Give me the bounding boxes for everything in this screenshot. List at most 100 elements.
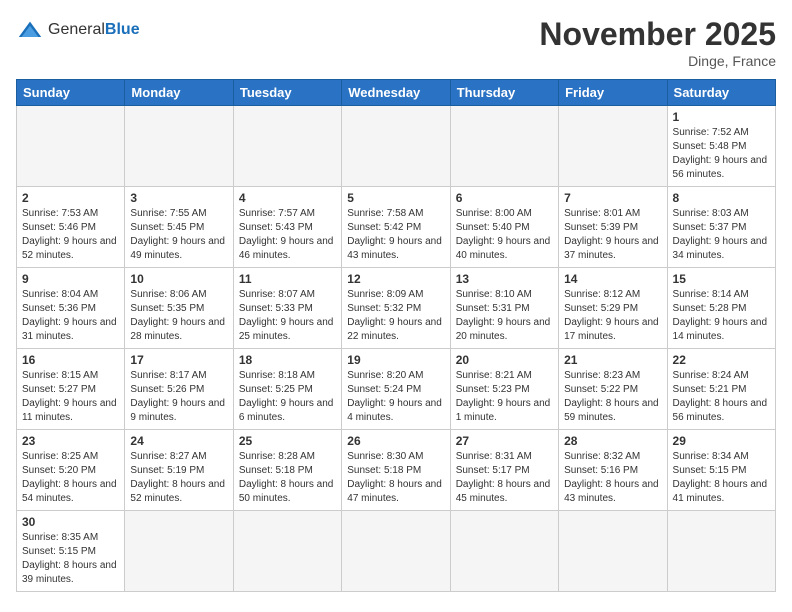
calendar-cell-29: 24 Sunrise: 8:27 AM Sunset: 5:19 PM Dayli…	[125, 430, 233, 511]
day-info: Sunrise: 8:04 AM Sunset: 5:36 PM Dayligh…	[22, 288, 119, 344]
day-info: Sunrise: 8:21 AM Sunset: 5:23 PM Dayligh…	[456, 369, 553, 425]
day-info: Sunrise: 8:06 AM Sunset: 5:35 PM Dayligh…	[130, 288, 227, 344]
calendar-row-6: 30 Sunrise: 8:35 AM Sunset: 5:15 PM Dayli…	[17, 511, 776, 592]
calendar: SundayMondayTuesdayWednesdayThursdayFrid…	[16, 79, 776, 592]
logo-blue-text: Blue	[105, 21, 140, 38]
day-info: Sunrise: 8:27 AM Sunset: 5:19 PM Dayligh…	[130, 450, 227, 506]
calendar-cell-14: 9 Sunrise: 8:04 AM Sunset: 5:36 PM Daylig…	[17, 268, 125, 349]
calendar-cell-13: 8 Sunrise: 8:03 AM Sunset: 5:37 PM Daylig…	[667, 187, 775, 268]
weekday-header-thursday: Thursday	[450, 80, 558, 106]
day-info: Sunrise: 7:55 AM Sunset: 5:45 PM Dayligh…	[130, 207, 227, 263]
calendar-cell-34: 29Sunrise: 8:34 AM Sunset: 5:15 PM Dayli…	[667, 430, 775, 511]
day-info: Sunrise: 8:15 AM Sunset: 5:27 PM Dayligh…	[22, 369, 119, 425]
day-number: 3	[130, 191, 227, 205]
day-info: Sunrise: 8:14 AM Sunset: 5:28 PM Dayligh…	[673, 288, 770, 344]
calendar-cell-4	[450, 106, 558, 187]
day-number: 13	[456, 272, 553, 286]
day-number: 22	[673, 353, 770, 367]
calendar-row-3: 9 Sunrise: 8:04 AM Sunset: 5:36 PM Daylig…	[17, 268, 776, 349]
day-number: 1	[673, 110, 770, 124]
weekday-header-monday: Monday	[125, 80, 233, 106]
calendar-cell-18: 13 Sunrise: 8:10 AM Sunset: 5:31 PM Dayli…	[450, 268, 558, 349]
calendar-cell-3	[342, 106, 450, 187]
day-info: Sunrise: 8:03 AM Sunset: 5:37 PM Dayligh…	[673, 207, 770, 263]
day-number: 27	[456, 434, 553, 448]
day-info: Sunrise: 8:17 AM Sunset: 5:26 PM Dayligh…	[130, 369, 227, 425]
calendar-cell-39	[450, 511, 558, 592]
day-info: Sunrise: 8:28 AM Sunset: 5:18 PM Dayligh…	[239, 450, 336, 506]
calendar-cell-7: 2Sunrise: 7:53 AM Sunset: 5:46 PM Daylig…	[17, 187, 125, 268]
day-number: 26	[347, 434, 444, 448]
calendar-cell-32: 27 Sunrise: 8:31 AM Sunset: 5:17 PM Dayli…	[450, 430, 558, 511]
calendar-cell-28: 23Sunrise: 8:25 AM Sunset: 5:20 PM Dayli…	[17, 430, 125, 511]
day-number: 28	[564, 434, 661, 448]
calendar-cell-27: 22Sunrise: 8:24 AM Sunset: 5:21 PM Dayli…	[667, 349, 775, 430]
day-info: Sunrise: 8:20 AM Sunset: 5:24 PM Dayligh…	[347, 369, 444, 425]
calendar-cell-23: 18Sunrise: 8:18 AM Sunset: 5:25 PM Dayli…	[233, 349, 341, 430]
calendar-cell-10: 5Sunrise: 7:58 AM Sunset: 5:42 PM Daylig…	[342, 187, 450, 268]
day-number: 8	[673, 191, 770, 205]
day-info: Sunrise: 8:25 AM Sunset: 5:20 PM Dayligh…	[22, 450, 119, 506]
calendar-cell-17: 12Sunrise: 8:09 AM Sunset: 5:32 PM Dayli…	[342, 268, 450, 349]
day-info: Sunrise: 8:31 AM Sunset: 5:17 PM Dayligh…	[456, 450, 553, 506]
weekday-header-wednesday: Wednesday	[342, 80, 450, 106]
calendar-cell-41	[667, 511, 775, 592]
calendar-cell-5	[559, 106, 667, 187]
calendar-row-2: 2Sunrise: 7:53 AM Sunset: 5:46 PM Daylig…	[17, 187, 776, 268]
calendar-cell-9: 4 Sunrise: 7:57 AM Sunset: 5:43 PM Daylig…	[233, 187, 341, 268]
calendar-cell-1	[125, 106, 233, 187]
calendar-cell-8: 3 Sunrise: 7:55 AM Sunset: 5:45 PM Daylig…	[125, 187, 233, 268]
calendar-row-4: 16 Sunrise: 8:15 AM Sunset: 5:27 PM Dayli…	[17, 349, 776, 430]
logo-icon	[16, 16, 44, 44]
calendar-cell-22: 17Sunrise: 8:17 AM Sunset: 5:26 PM Dayli…	[125, 349, 233, 430]
weekday-header-friday: Friday	[559, 80, 667, 106]
calendar-cell-38	[342, 511, 450, 592]
calendar-cell-26: 21 Sunrise: 8:23 AM Sunset: 5:22 PM Dayli…	[559, 349, 667, 430]
day-info: Sunrise: 8:00 AM Sunset: 5:40 PM Dayligh…	[456, 207, 553, 263]
day-number: 24	[130, 434, 227, 448]
day-number: 29	[673, 434, 770, 448]
day-number: 4	[239, 191, 336, 205]
day-number: 14	[564, 272, 661, 286]
calendar-cell-25: 20 Sunrise: 8:21 AM Sunset: 5:23 PM Dayli…	[450, 349, 558, 430]
title-area: November 2025 Dinge, France	[539, 16, 776, 69]
calendar-cell-15: 10Sunrise: 8:06 AM Sunset: 5:35 PM Dayli…	[125, 268, 233, 349]
day-info: Sunrise: 7:53 AM Sunset: 5:46 PM Dayligh…	[22, 207, 119, 263]
calendar-cell-12: 7 Sunrise: 8:01 AM Sunset: 5:39 PM Daylig…	[559, 187, 667, 268]
logo: GeneralBlue	[16, 16, 140, 44]
day-info: Sunrise: 8:09 AM Sunset: 5:32 PM Dayligh…	[347, 288, 444, 344]
day-number: 9	[22, 272, 119, 286]
day-info: Sunrise: 8:35 AM Sunset: 5:15 PM Dayligh…	[22, 531, 119, 587]
month-title: November 2025	[539, 16, 776, 53]
weekday-header-tuesday: Tuesday	[233, 80, 341, 106]
calendar-cell-31: 26Sunrise: 8:30 AM Sunset: 5:18 PM Dayli…	[342, 430, 450, 511]
day-info: Sunrise: 8:01 AM Sunset: 5:39 PM Dayligh…	[564, 207, 661, 263]
weekday-header-row: SundayMondayTuesdayWednesdayThursdayFrid…	[17, 80, 776, 106]
day-number: 16	[22, 353, 119, 367]
calendar-cell-6: 1 Sunrise: 7:52 AM Sunset: 5:48 PM Daylig…	[667, 106, 775, 187]
day-number: 19	[347, 353, 444, 367]
calendar-cell-20: 15Sunrise: 8:14 AM Sunset: 5:28 PM Dayli…	[667, 268, 775, 349]
day-info: Sunrise: 8:23 AM Sunset: 5:22 PM Dayligh…	[564, 369, 661, 425]
day-number: 20	[456, 353, 553, 367]
logo-general-text: General	[48, 21, 105, 38]
day-info: Sunrise: 7:52 AM Sunset: 5:48 PM Dayligh…	[673, 126, 770, 182]
day-number: 6	[456, 191, 553, 205]
day-info: Sunrise: 7:57 AM Sunset: 5:43 PM Dayligh…	[239, 207, 336, 263]
calendar-cell-40	[559, 511, 667, 592]
day-info: Sunrise: 8:32 AM Sunset: 5:16 PM Dayligh…	[564, 450, 661, 506]
calendar-cell-16: 11Sunrise: 8:07 AM Sunset: 5:33 PM Dayli…	[233, 268, 341, 349]
calendar-cell-36	[125, 511, 233, 592]
day-info: Sunrise: 8:10 AM Sunset: 5:31 PM Dayligh…	[456, 288, 553, 344]
calendar-cell-33: 28 Sunrise: 8:32 AM Sunset: 5:16 PM Dayli…	[559, 430, 667, 511]
header: GeneralBlue November 2025 Dinge, France	[16, 16, 776, 69]
day-number: 25	[239, 434, 336, 448]
calendar-cell-2	[233, 106, 341, 187]
day-number: 5	[347, 191, 444, 205]
weekday-header-sunday: Sunday	[17, 80, 125, 106]
day-number: 21	[564, 353, 661, 367]
calendar-cell-19: 14Sunrise: 8:12 AM Sunset: 5:29 PM Dayli…	[559, 268, 667, 349]
day-number: 7	[564, 191, 661, 205]
day-number: 30	[22, 515, 119, 529]
calendar-cell-30: 25 Sunrise: 8:28 AM Sunset: 5:18 PM Dayli…	[233, 430, 341, 511]
